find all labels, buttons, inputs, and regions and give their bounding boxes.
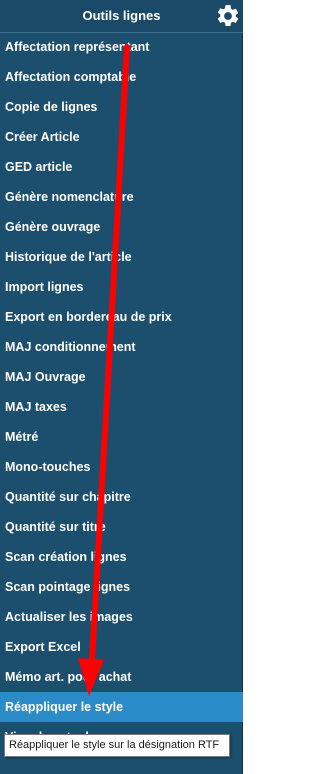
menu-item-export-bordereau-prix[interactable]: Export en bordereau de prix <box>0 302 243 332</box>
menu-item-scan-pointage-lignes[interactable]: Scan pointage lignes <box>0 572 243 602</box>
menu-item-scan-creation-lignes[interactable]: Scan création lignes <box>0 542 243 572</box>
menu-item-maj-ouvrage[interactable]: MAJ Ouvrage <box>0 362 243 392</box>
menu-item-import-lignes[interactable]: Import lignes <box>0 272 243 302</box>
menu-item-maj-conditionnement[interactable]: MAJ conditionnement <box>0 332 243 362</box>
tooltip: Réappliquer le style sur la désignation … <box>4 734 230 757</box>
menu-item-quantite-sur-titre[interactable]: Quantité sur titre <box>0 512 243 542</box>
menu-item-reappliquer-style[interactable]: Réappliquer le style <box>0 692 243 722</box>
menu-item-maj-taxes[interactable]: MAJ taxes <box>0 392 243 422</box>
menu-item-copie-de-lignes[interactable]: Copie de lignes <box>0 92 243 122</box>
menu-item-genere-ouvrage[interactable]: Génère ouvrage <box>0 212 243 242</box>
menu-item-affectation-comptable[interactable]: Affectation comptable <box>0 62 243 92</box>
tools-panel: Outils lignes Affectation représentant A… <box>0 0 243 774</box>
menu-item-memo-art-achat[interactable]: Mémo art. pour achat <box>0 662 243 692</box>
tools-menu: Affectation représentant Affectation com… <box>0 32 243 752</box>
menu-item-export-excel[interactable]: Export Excel <box>0 632 243 662</box>
menu-item-mono-touches[interactable]: Mono-touches <box>0 452 243 482</box>
menu-item-actualiser-images[interactable]: Actualiser les images <box>0 602 243 632</box>
menu-item-metre[interactable]: Métré <box>0 422 243 452</box>
menu-item-historique-article[interactable]: Historique de l'article <box>0 242 243 272</box>
menu-item-ged-article[interactable]: GED article <box>0 152 243 182</box>
panel-title: Outils lignes <box>82 8 161 23</box>
menu-item-affectation-representant[interactable]: Affectation représentant <box>0 32 243 62</box>
menu-item-quantite-sur-chapitre[interactable]: Quantité sur chapitre <box>0 482 243 512</box>
gear-icon[interactable] <box>215 3 241 29</box>
menu-item-creer-article[interactable]: Créer Article <box>0 122 243 152</box>
menu-item-genere-nomenclature[interactable]: Génère nomenclature <box>0 182 243 212</box>
panel-header: Outils lignes <box>0 0 243 33</box>
